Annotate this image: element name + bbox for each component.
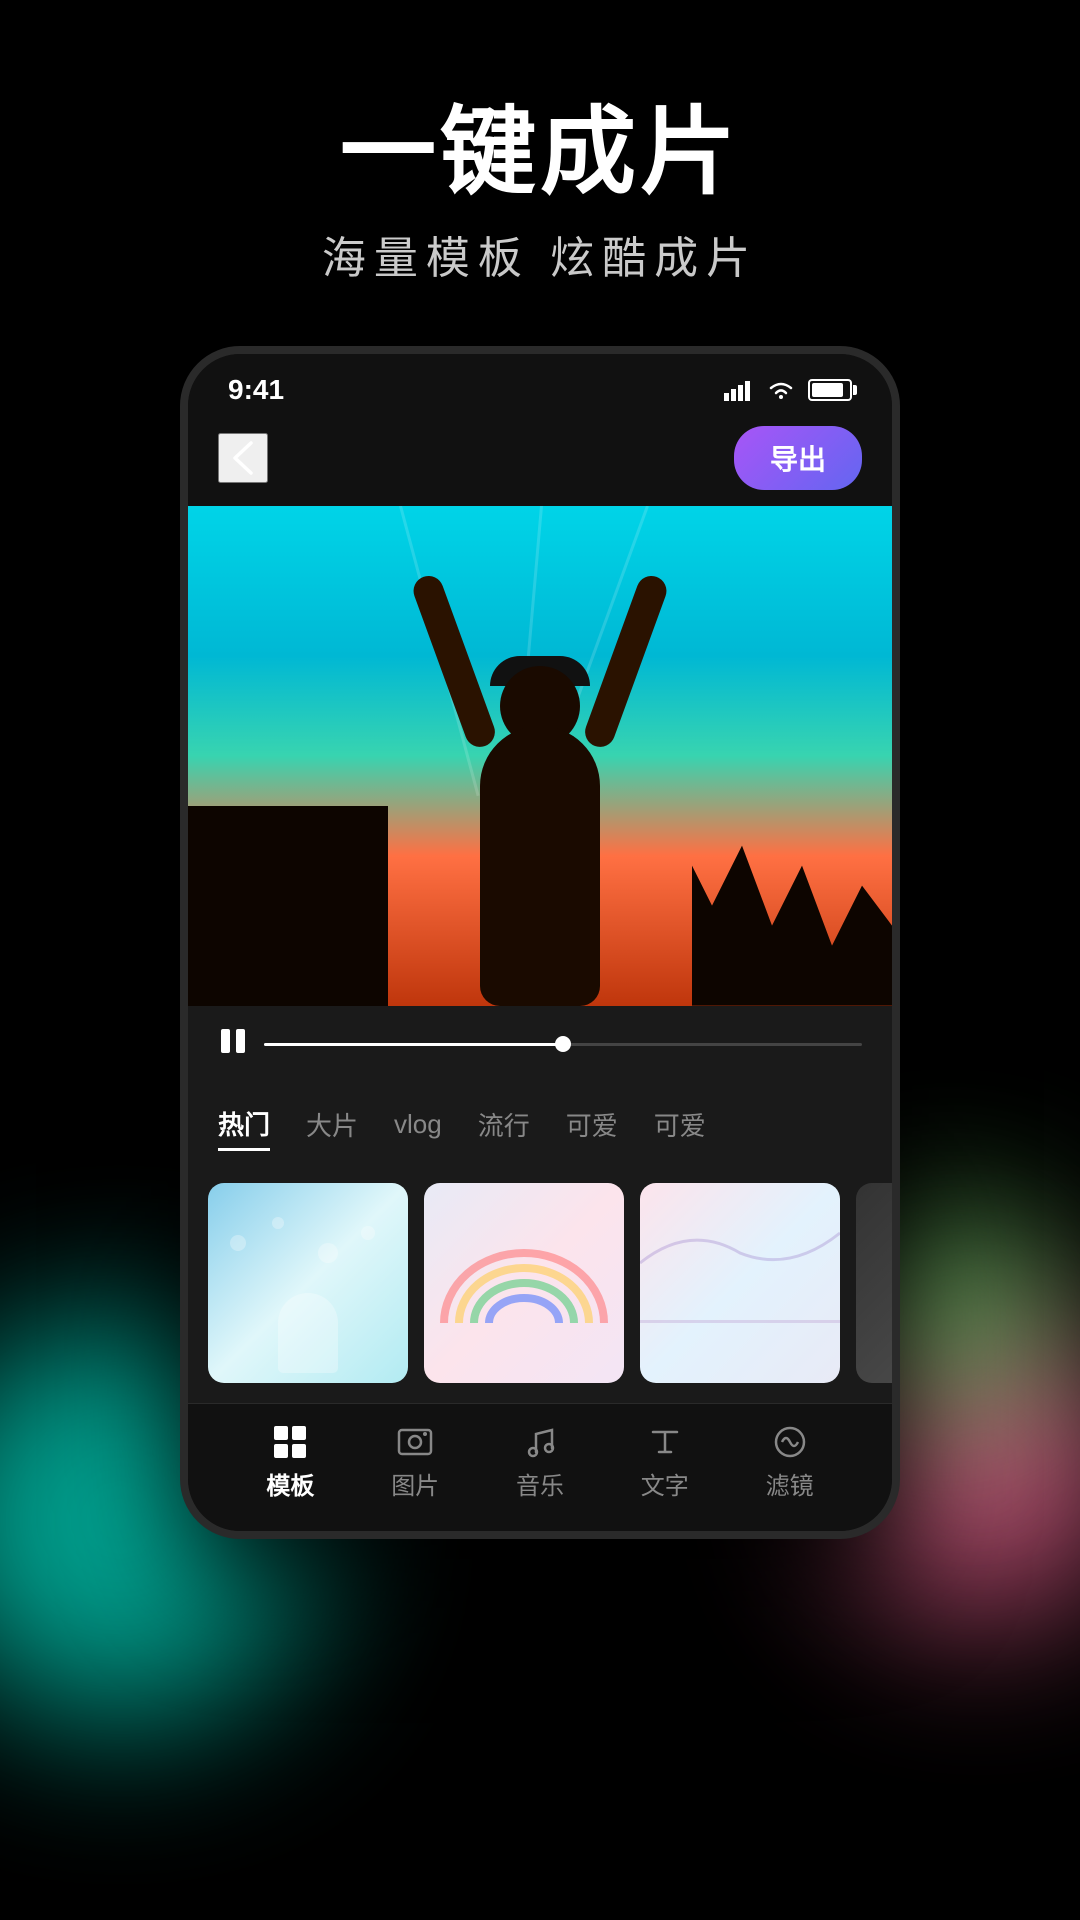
tab-hot[interactable]: 热门 xyxy=(218,1099,270,1151)
header-section: 一键成片 海量模板 炫酷成片 xyxy=(0,0,1080,346)
template-thumb-4[interactable] xyxy=(856,1183,892,1383)
back-button[interactable] xyxy=(218,433,268,483)
playback-bar xyxy=(188,1006,892,1083)
wifi-icon xyxy=(766,379,796,401)
tab-popular[interactable]: 流行 xyxy=(478,1100,530,1149)
nav-label-photo: 图片 xyxy=(391,1466,439,1501)
crowd-left xyxy=(188,806,388,1006)
signal-icon xyxy=(724,379,754,401)
status-time: 9:41 xyxy=(228,374,284,406)
nav-item-filter[interactable]: 滤镜 xyxy=(766,1424,814,1501)
nav-label-music: 音乐 xyxy=(516,1466,564,1501)
template-thumb-2[interactable] xyxy=(424,1183,624,1383)
template-thumb-1[interactable] xyxy=(208,1183,408,1383)
progress-track[interactable] xyxy=(264,1043,862,1046)
nav-label-filter: 滤镜 xyxy=(766,1466,814,1501)
nav-label-template: 模板 xyxy=(266,1466,314,1501)
pause-button[interactable] xyxy=(218,1026,248,1063)
tab-movie[interactable]: 大片 xyxy=(306,1100,358,1149)
nav-item-photo[interactable]: 图片 xyxy=(391,1424,439,1501)
status-icons xyxy=(724,379,852,401)
top-bar: 导出 xyxy=(188,416,892,506)
person-silhouette xyxy=(440,586,640,1006)
tab-cute2[interactable]: 可爱 xyxy=(654,1100,706,1149)
phone-wrapper: 9:41 xyxy=(0,346,1080,1539)
phone-mockup: 9:41 xyxy=(180,346,900,1539)
video-area xyxy=(188,506,892,1006)
progress-fill xyxy=(264,1043,563,1046)
category-tabs: 热门 大片 vlog 流行 可爱 可爱 xyxy=(188,1083,892,1167)
main-title: 一键成片 xyxy=(0,100,1080,206)
progress-thumb xyxy=(555,1036,571,1052)
person-body xyxy=(480,726,600,1006)
nav-item-music[interactable]: 音乐 xyxy=(516,1424,564,1501)
thumb-decoration-3 xyxy=(640,1320,840,1323)
sub-title: 海量模板 炫酷成片 xyxy=(0,222,1080,286)
tab-cute1[interactable]: 可爱 xyxy=(566,1100,618,1149)
template-grid xyxy=(188,1167,892,1403)
nav-item-text[interactable]: 文字 xyxy=(641,1424,689,1501)
nav-item-template[interactable]: 模板 xyxy=(266,1424,314,1501)
bottom-nav: 模板 图片 音乐 xyxy=(188,1403,892,1531)
export-button[interactable]: 导出 xyxy=(734,426,862,490)
nav-label-text: 文字 xyxy=(641,1466,689,1501)
template-thumb-3[interactable] xyxy=(640,1183,840,1383)
tab-vlog[interactable]: vlog xyxy=(394,1103,442,1146)
battery-icon xyxy=(808,379,852,401)
status-bar: 9:41 xyxy=(188,354,892,416)
